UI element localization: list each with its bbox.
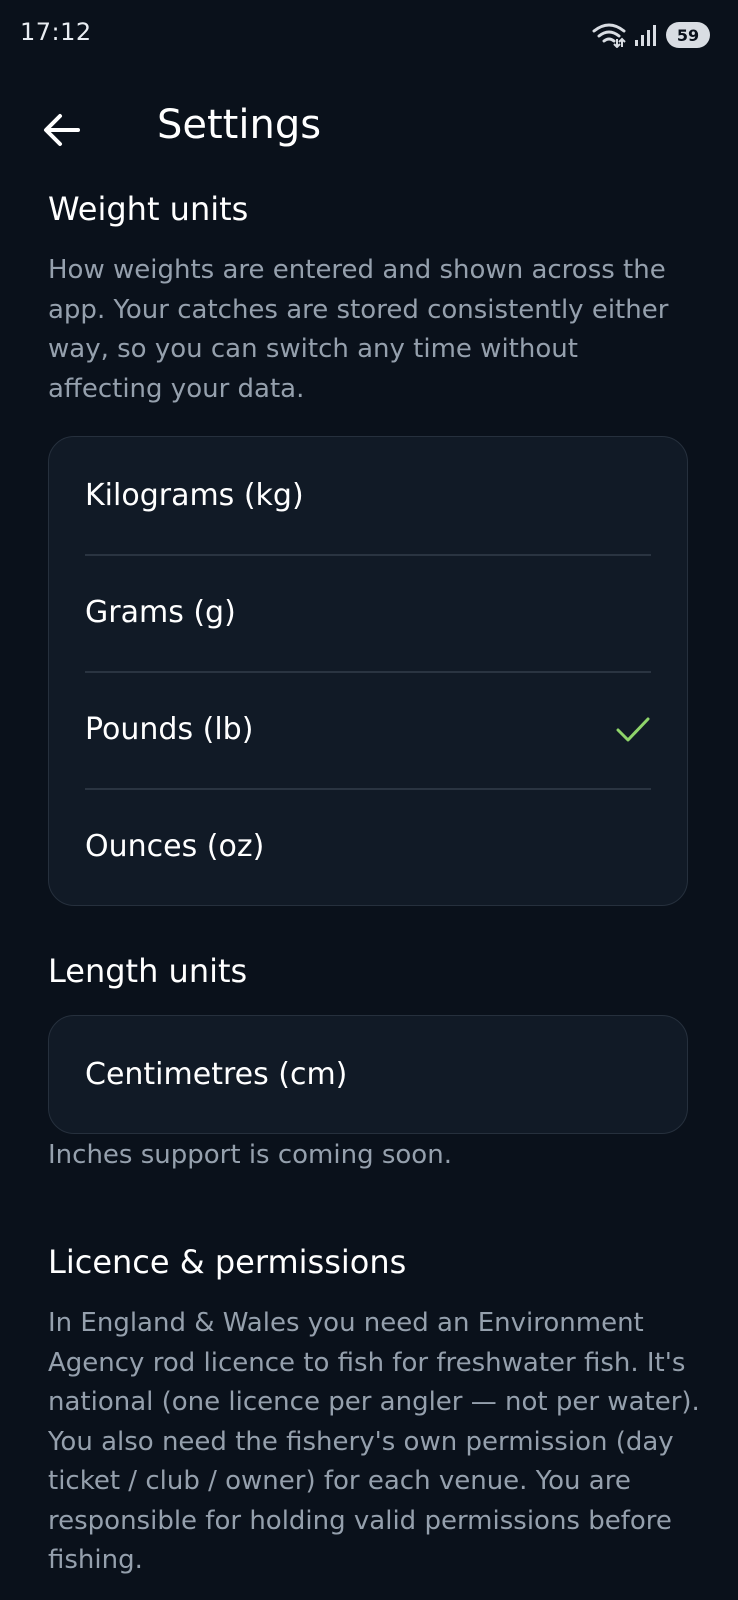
status-time: 17:12 xyxy=(20,18,92,46)
option-centimetres[interactable]: Centimetres (cm) xyxy=(49,1016,687,1133)
length-units-options: Centimetres (cm) xyxy=(48,1015,688,1134)
licence-title: Licence & permissions xyxy=(48,1243,407,1281)
battery-icon: 59 xyxy=(666,22,710,48)
signal-icon xyxy=(634,23,658,47)
app-bar: Settings xyxy=(0,90,738,170)
option-label: Kilograms (kg) xyxy=(85,478,304,513)
page-title: Settings xyxy=(157,102,322,148)
back-button[interactable] xyxy=(30,100,94,164)
weight-units-title: Weight units xyxy=(48,190,249,228)
length-units-title: Length units xyxy=(48,952,248,990)
option-label: Centimetres (cm) xyxy=(85,1057,348,1092)
check-icon xyxy=(615,712,651,748)
option-label: Grams (g) xyxy=(85,595,236,630)
status-icons: 59 xyxy=(592,22,710,48)
status-bar: 17:12 59 xyxy=(0,0,738,72)
option-ounces[interactable]: Ounces (oz) xyxy=(49,788,687,905)
weight-units-description: How weights are entered and shown across… xyxy=(48,255,669,404)
length-units-note: Inches support is coming soon. xyxy=(48,1140,452,1170)
option-grams[interactable]: Grams (g) xyxy=(49,554,687,671)
option-kilograms[interactable]: Kilograms (kg) xyxy=(49,437,687,554)
option-pounds[interactable]: Pounds (lb) xyxy=(49,671,687,788)
arrow-left-icon xyxy=(42,113,82,151)
option-label: Ounces (oz) xyxy=(85,829,265,864)
wifi-icon xyxy=(592,22,626,48)
licence-description: In England & Wales you need an Environme… xyxy=(48,1308,700,1575)
weight-units-options: Kilograms (kg) Grams (g) Pounds (lb) Oun… xyxy=(48,436,688,906)
option-label: Pounds (lb) xyxy=(85,712,254,747)
